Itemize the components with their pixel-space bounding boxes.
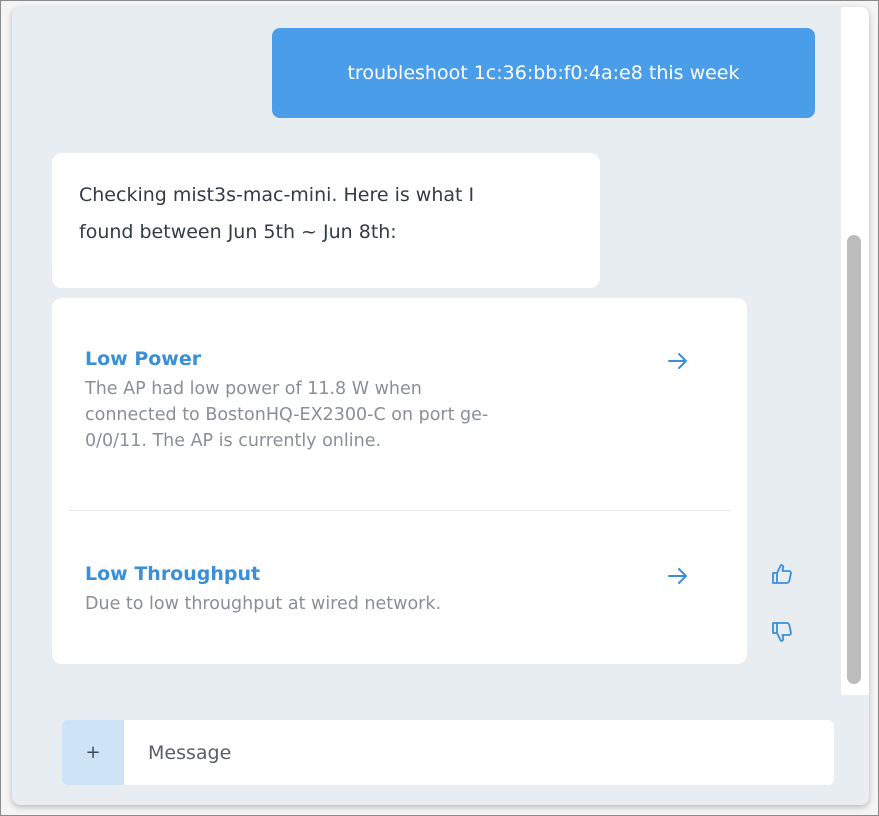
result-description-line: connected to BostonHQ-EX2300-C on port g…	[85, 405, 489, 425]
assistant-message-line: Checking mist3s-mac-mini. Here is what I	[79, 184, 475, 206]
chat-history: troubleshoot 1c:36:bb:f0:4a:e8 this week…	[12, 7, 839, 695]
result-description: Due to low throughput at wired network.	[85, 591, 630, 617]
arrow-right-icon[interactable]	[666, 349, 690, 373]
result-title[interactable]: Low Throughput	[85, 563, 260, 585]
assistant-message-bubble: Checking mist3s-mac-mini. Here is what I…	[52, 153, 600, 288]
result-title[interactable]: Low Power	[85, 348, 201, 370]
message-composer: +	[62, 720, 834, 785]
result-card-low-power[interactable]: Low Power The AP had low power of 11.8 W…	[52, 298, 747, 510]
scrollbar-thumb[interactable]	[847, 235, 861, 684]
results-card-list: Low Power The AP had low power of 11.8 W…	[52, 298, 747, 664]
result-description-line: The AP had low power of 11.8 W when	[85, 379, 422, 399]
user-message-bubble: troubleshoot 1c:36:bb:f0:4a:e8 this week	[272, 28, 815, 118]
message-input[interactable]	[148, 720, 818, 785]
result-description: The AP had low power of 11.8 W when conn…	[85, 376, 630, 454]
user-message-text: troubleshoot 1c:36:bb:f0:4a:e8 this week	[347, 62, 740, 84]
thumbs-up-icon[interactable]	[770, 562, 794, 586]
thumbs-down-icon[interactable]	[770, 620, 794, 644]
result-card-low-throughput[interactable]: Low Throughput Due to low throughput at …	[52, 511, 747, 664]
assistant-message-line: found between Jun 5th ~ Jun 8th:	[79, 221, 397, 243]
result-description-line: 0/0/11. The AP is currently online.	[85, 431, 382, 451]
arrow-right-icon[interactable]	[666, 564, 690, 588]
chat-panel: troubleshoot 1c:36:bb:f0:4a:e8 this week…	[12, 7, 869, 805]
add-attachment-button[interactable]: +	[62, 720, 124, 785]
window-frame: troubleshoot 1c:36:bb:f0:4a:e8 this week…	[0, 0, 879, 816]
result-description-line: Due to low throughput at wired network.	[85, 594, 442, 614]
